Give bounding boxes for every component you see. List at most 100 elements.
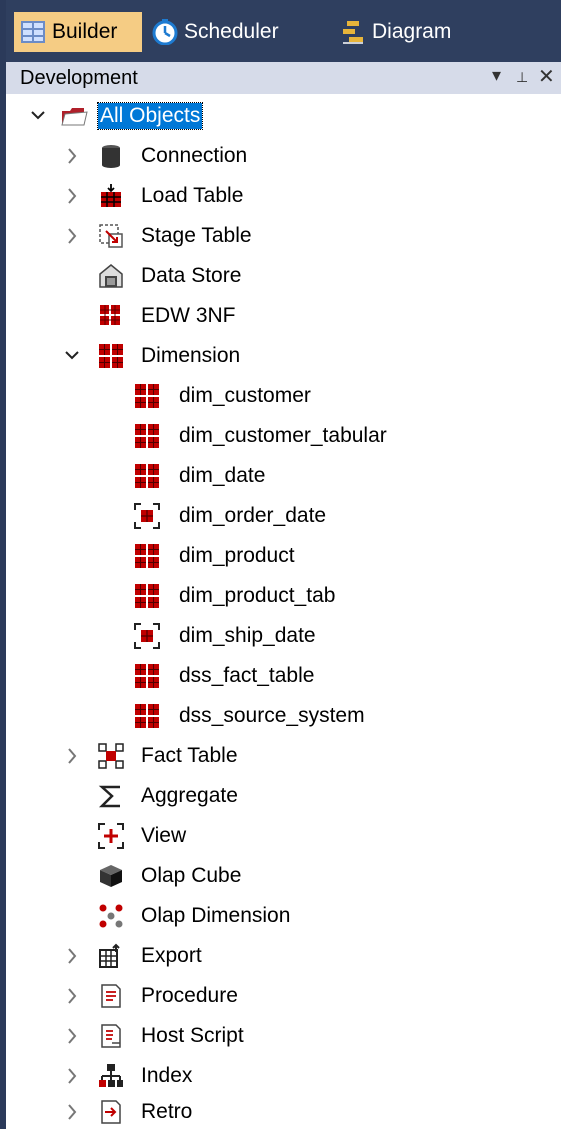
dimension-view-icon (134, 503, 160, 529)
tab-diagram-label: Diagram (372, 20, 452, 43)
tab-bar: Builder Scheduler Diagram (6, 0, 561, 62)
chevron-right-icon[interactable] (64, 746, 80, 766)
connection-icon (98, 143, 124, 169)
tree-node-label: dim_date (179, 464, 266, 487)
tree-node-label: dim_customer_tabular (179, 424, 387, 447)
close-icon[interactable]: ✕ (538, 64, 555, 89)
dimension-table-icon (134, 543, 160, 569)
chevron-right-icon[interactable] (64, 226, 80, 246)
dimension-icon (98, 343, 124, 369)
tree-node-retro[interactable]: Retro (6, 1094, 561, 1130)
tree-node-label: dim_ship_date (179, 624, 316, 647)
tree-node-label: Olap Dimension (141, 904, 291, 927)
chevron-right-icon[interactable] (64, 1066, 80, 1086)
chevron-right-icon[interactable] (64, 186, 80, 206)
host-script-icon (98, 1023, 124, 1049)
tree-node-label: Data Store (141, 264, 242, 287)
chevron-down-icon[interactable] (30, 106, 46, 126)
tree-node-label: Retro (141, 1100, 193, 1123)
tree-node-olap-dimension[interactable]: Olap Dimension (6, 898, 561, 934)
dimension-table-icon (134, 383, 160, 409)
tree-node-label: Procedure (141, 984, 238, 1007)
chevron-down-icon[interactable] (64, 346, 80, 366)
chevron-right-icon[interactable] (64, 146, 80, 166)
tree-node-all-objects[interactable]: All Objects (6, 98, 561, 134)
tree-node-label: View (141, 824, 187, 847)
tab-scheduler[interactable]: Scheduler (152, 12, 279, 52)
dimension-table-icon (134, 583, 160, 609)
tree-node-view[interactable]: View (6, 818, 561, 854)
tree-node-procedure[interactable]: Procedure (6, 978, 561, 1014)
dimension-view-icon (134, 623, 160, 649)
tree-node-load-table[interactable]: Load Table (6, 178, 561, 214)
edw-3nf-icon (98, 303, 124, 329)
dimension-table-icon (134, 703, 160, 729)
view-icon (98, 823, 124, 849)
tree-node-label: dim_product_tab (179, 584, 336, 607)
chevron-right-icon[interactable] (64, 1102, 80, 1122)
tree-node-data-store[interactable]: Data Store (6, 258, 561, 294)
tree-node-aggregate[interactable]: Aggregate (6, 778, 561, 814)
tree-node-stage-table[interactable]: Stage Table (6, 218, 561, 254)
object-tree: All Objects Connection Load Table Stage … (6, 94, 561, 1129)
index-icon (98, 1063, 124, 1089)
dimension-table-icon (134, 463, 160, 489)
tree-node-label: All Objects (96, 102, 204, 130)
tree-node-edw-3nf[interactable]: EDW 3NF (6, 298, 561, 334)
tree-node-label: Index (141, 1064, 193, 1087)
tree-node-label: Host Script (141, 1024, 244, 1047)
tree-node-export[interactable]: Export (6, 938, 561, 974)
tree-node-label: dss_fact_table (179, 664, 315, 687)
clock-icon (152, 19, 178, 46)
tree-node-dim-customer-tabular[interactable]: dim_customer_tabular (6, 418, 561, 454)
tree-node-label: Aggregate (141, 784, 238, 807)
tree-node-dss-source-system[interactable]: dss_source_system (6, 698, 561, 734)
tree-node-dim-ship-date[interactable]: dim_ship_date (6, 618, 561, 654)
dimension-table-icon (134, 663, 160, 689)
tree-node-dim-product[interactable]: dim_product (6, 538, 561, 574)
dimension-table-icon (134, 423, 160, 449)
pin-icon[interactable]: ⊥ (516, 69, 528, 86)
tab-scheduler-label: Scheduler (184, 20, 279, 43)
chevron-right-icon[interactable] (64, 1026, 80, 1046)
tab-diagram[interactable]: Diagram (340, 12, 451, 52)
tree-node-label: dim_product (179, 544, 295, 567)
tree-node-label: Fact Table (141, 744, 238, 767)
tree-node-label: Export (141, 944, 202, 967)
tree-node-label: Dimension (141, 344, 241, 367)
tree-node-label: Connection (141, 144, 248, 167)
tree-node-label: dss_source_system (179, 704, 365, 727)
tree-node-dim-customer[interactable]: dim_customer (6, 378, 561, 414)
retro-icon (98, 1099, 124, 1125)
tree-node-dss-fact-table[interactable]: dss_fact_table (6, 658, 561, 694)
panel-header: Development ▾ ⊥ ✕ (6, 62, 561, 94)
tree-node-label: dim_customer (179, 384, 311, 407)
tab-builder[interactable]: Builder (14, 12, 142, 52)
tree-node-connection[interactable]: Connection (6, 138, 561, 174)
tree-node-label: EDW 3NF (141, 304, 236, 327)
tree-node-label: Load Table (141, 184, 244, 207)
tree-node-dim-product-tab[interactable]: dim_product_tab (6, 578, 561, 614)
tab-builder-label: Builder (52, 20, 118, 43)
tree-node-olap-cube[interactable]: Olap Cube (6, 858, 561, 894)
procedure-icon (98, 983, 124, 1009)
tree-node-host-script[interactable]: Host Script (6, 1018, 561, 1054)
load-table-icon (98, 183, 124, 209)
tree-node-label: Stage Table (141, 224, 252, 247)
olap-cube-icon (98, 863, 124, 889)
tree-node-label: dim_order_date (179, 504, 327, 527)
fact-table-icon (98, 743, 124, 769)
tree-node-dim-date[interactable]: dim_date (6, 458, 561, 494)
stage-table-icon (98, 223, 124, 249)
panel-title: Development (20, 67, 138, 89)
chevron-right-icon[interactable] (64, 946, 80, 966)
tree-node-index[interactable]: Index (6, 1058, 561, 1094)
olap-dimension-icon (98, 903, 124, 929)
chevron-right-icon[interactable] (64, 986, 80, 1006)
tree-node-fact-table[interactable]: Fact Table (6, 738, 561, 774)
panel-dropdown-icon[interactable]: ▾ (492, 65, 501, 86)
tree-node-label: Olap Cube (141, 864, 242, 887)
tree-node-dim-order-date[interactable]: dim_order_date (6, 498, 561, 534)
diagram-icon (340, 19, 366, 45)
tree-node-dimension[interactable]: Dimension (6, 338, 561, 374)
